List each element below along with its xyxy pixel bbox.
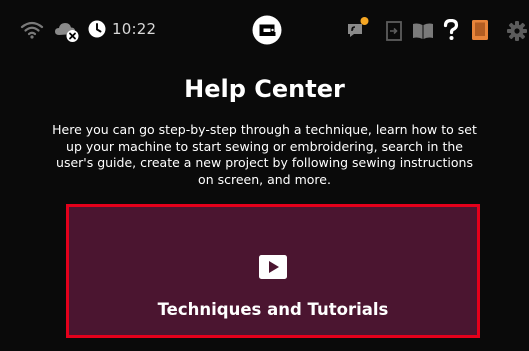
page-title: Help Center: [184, 75, 345, 103]
settings-icon[interactable]: [507, 21, 527, 41]
notification-icon[interactable]: [345, 16, 369, 40]
clock-icon: [88, 20, 106, 38]
card-label: Techniques and Tutorials: [157, 300, 389, 319]
machine-connection-icon[interactable]: [252, 15, 282, 45]
help-center-screen: 10:22 Help Center Here you can go step-b…: [0, 0, 529, 351]
tablet-icon[interactable]: [471, 19, 489, 41]
exit-icon[interactable]: [386, 21, 402, 41]
help-icon[interactable]: [443, 19, 459, 41]
page-description: Here you can go step-by-step through a t…: [52, 122, 477, 187]
status-time: 10:22: [112, 20, 157, 38]
play-icon: [253, 255, 293, 279]
techniques-tutorials-card[interactable]: Techniques and Tutorials: [66, 204, 480, 338]
status-bar: 10:22: [0, 0, 529, 62]
cloud-disconnected-icon[interactable]: [54, 21, 80, 43]
wifi-icon[interactable]: [20, 20, 44, 40]
user-guide-icon[interactable]: [412, 22, 434, 40]
